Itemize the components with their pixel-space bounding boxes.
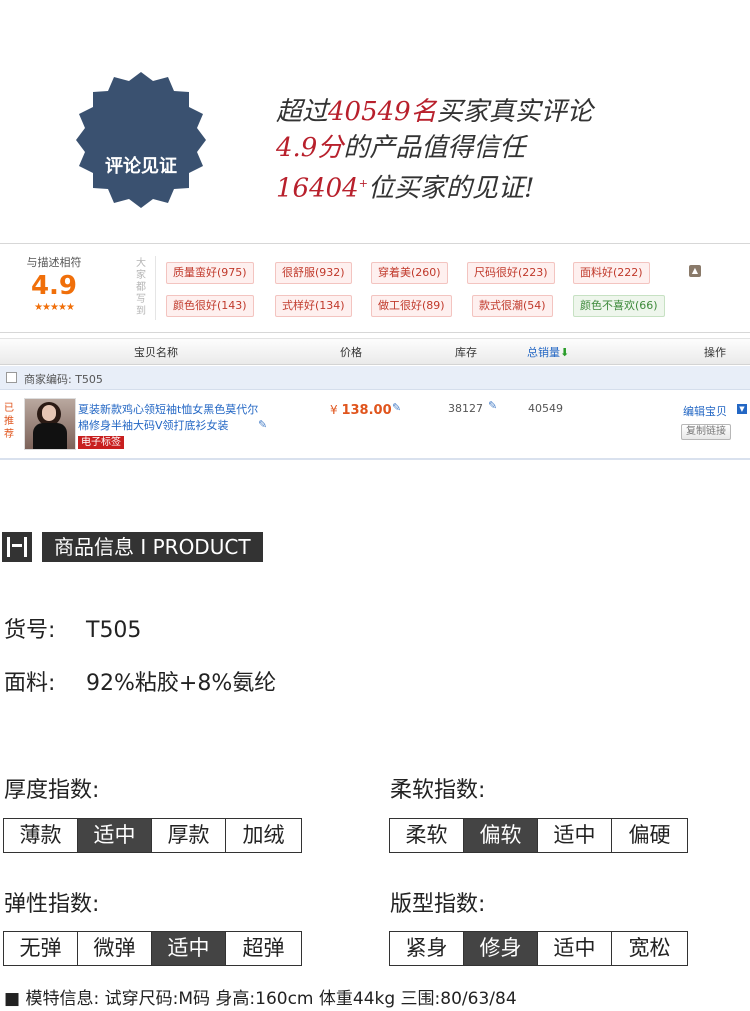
scale-option-selected: 偏软	[464, 819, 538, 852]
tagline-line-3: 16404+位买家的见证!	[276, 173, 535, 204]
review-hero: 4.9 评论见证 超过40549名买家真实评论 4.9分的产品值得信任 1640…	[0, 0, 750, 240]
recommended-flag: 已推荐	[4, 403, 14, 440]
col-action: 操作	[704, 346, 726, 359]
col-stock[interactable]: 库存	[455, 344, 477, 360]
fabric-row: 面料: 92%粘胶+8%氨纶	[4, 665, 276, 697]
chevron-down-icon[interactable]: ▼	[737, 404, 747, 414]
review-tag[interactable]: 尺码很好(223)	[467, 262, 555, 284]
scale-option: 厚款	[152, 819, 226, 852]
badge-score: 4.9	[31, 26, 105, 77]
edit-stock-icon[interactable]: ✎	[488, 399, 497, 412]
softness-scale: 柔软 偏软 适中 偏硬	[389, 818, 688, 853]
scale-option: 偏硬	[628, 823, 671, 847]
divider	[155, 256, 156, 320]
select-checkbox[interactable]	[6, 372, 17, 383]
review-tag[interactable]: 做工很好(89)	[371, 295, 452, 317]
score-caption: 与描述相符	[26, 256, 82, 269]
fabric-label: 面料:	[4, 671, 56, 696]
star-rating: ★★★★★	[34, 302, 75, 313]
review-tag-negative[interactable]: 颜色不喜欢(66)	[573, 295, 665, 317]
sku-row: 货号: T505	[4, 612, 141, 644]
review-tag[interactable]: 款式很潮(54)	[472, 295, 553, 317]
edit-title-icon[interactable]: ✎	[258, 418, 267, 431]
e-label-badge[interactable]: 电子标签	[78, 436, 124, 449]
edit-price-icon[interactable]: ✎	[392, 401, 401, 414]
scale-option: 无弹	[4, 932, 78, 965]
review-tag[interactable]: 很舒服(932)	[275, 262, 352, 284]
scale-option-selected: 修身	[464, 932, 538, 965]
scale-option-selected: 适中	[78, 819, 152, 852]
scale-option-selected: 适中	[152, 932, 226, 965]
softness-label: 柔软指数:	[390, 778, 486, 803]
scale-option: 微弹	[78, 932, 152, 965]
scale-option: 加绒	[242, 823, 285, 847]
chevron-up-icon[interactable]: ▲	[689, 265, 701, 277]
review-tag[interactable]: 面料好(222)	[573, 262, 650, 284]
col-price[interactable]: 价格	[340, 344, 362, 360]
review-tagline: 超过40549名买家真实评论 4.9分的产品值得信任 16404+位买家的见证!	[276, 94, 593, 207]
scale-option: 宽松	[628, 936, 671, 960]
review-tag[interactable]: 穿着美(260)	[371, 262, 448, 284]
scale-option: 柔软	[390, 819, 464, 852]
tags-side-label: 大家都写到	[136, 258, 146, 317]
tagline-line-1: 超过40549名买家真实评论	[276, 97, 593, 127]
fit-scale: 紧身 修身 适中 宽松	[389, 931, 688, 966]
ruler-icon	[2, 532, 32, 562]
model-info: ■ 模特信息: 试穿尺码:M码 身高:160cm 体重44kg 三围:80/63…	[4, 989, 517, 1009]
score-box: 与描述相符 4.9 ★★★★★	[12, 254, 96, 313]
rating-badge	[76, 72, 206, 208]
merchant-code: 商家编码: T505	[24, 373, 103, 386]
sort-down-icon: ⬇	[560, 346, 570, 359]
thickness-label: 厚度指数:	[4, 778, 100, 803]
product-thumbnail[interactable]	[24, 398, 76, 450]
edit-item-link[interactable]: 编辑宝贝	[683, 403, 727, 419]
col-sales[interactable]: 总销量⬇	[527, 344, 569, 360]
scale-option: 适中	[538, 819, 612, 852]
review-tag[interactable]: 颜色很好(143)	[166, 295, 254, 317]
section-title: 商品信息 I PRODUCT	[42, 532, 263, 562]
product-title-link[interactable]: 夏装新款鸡心领短袖t恤女黑色莫代尔棉修身半袖大码V领打底衫女装	[78, 402, 262, 434]
review-tag[interactable]: 式样好(134)	[275, 295, 352, 317]
scale-option: 薄款	[4, 819, 78, 852]
sales-value: 40549	[528, 402, 563, 415]
tagline-line-2: 4.9分的产品值得信任	[276, 133, 526, 163]
scale-option: 紧身	[390, 932, 464, 965]
col-name: 宝贝名称	[134, 346, 178, 359]
elasticity-scale: 无弹 微弹 适中 超弹	[3, 931, 302, 966]
scale-option: 超弹	[242, 936, 285, 960]
badge-label: 评论见证	[105, 156, 177, 177]
fabric-value: 92%粘胶+8%氨纶	[86, 671, 277, 696]
scale-option: 适中	[538, 932, 612, 965]
elasticity-label: 弹性指数:	[4, 892, 100, 917]
rating-panel: 与描述相符 4.9 ★★★★★ 大家都写到 质量蛮好(975) 很舒服(932)…	[0, 243, 750, 333]
stock-value: 38127	[448, 402, 483, 415]
sku-label: 货号:	[4, 618, 56, 643]
thickness-scale: 薄款 适中 厚款 加绒	[3, 818, 302, 853]
fit-label: 版型指数:	[390, 892, 486, 917]
copy-link-button[interactable]: 复制链接	[681, 424, 731, 440]
score-value: 4.9	[30, 271, 78, 301]
price: ¥ 138.00	[330, 403, 392, 418]
merchant-code-row: 商家编码: T505	[0, 366, 750, 390]
table-header: 宝贝名称 价格 库存 总销量⬇ 操作	[0, 338, 750, 365]
table-row: 已推荐 夏装新款鸡心领短袖t恤女黑色莫代尔棉修身半袖大码V领打底衫女装 电子标签…	[0, 392, 750, 460]
sku-value: T505	[86, 618, 142, 643]
review-tag[interactable]: 质量蛮好(975)	[166, 262, 254, 284]
